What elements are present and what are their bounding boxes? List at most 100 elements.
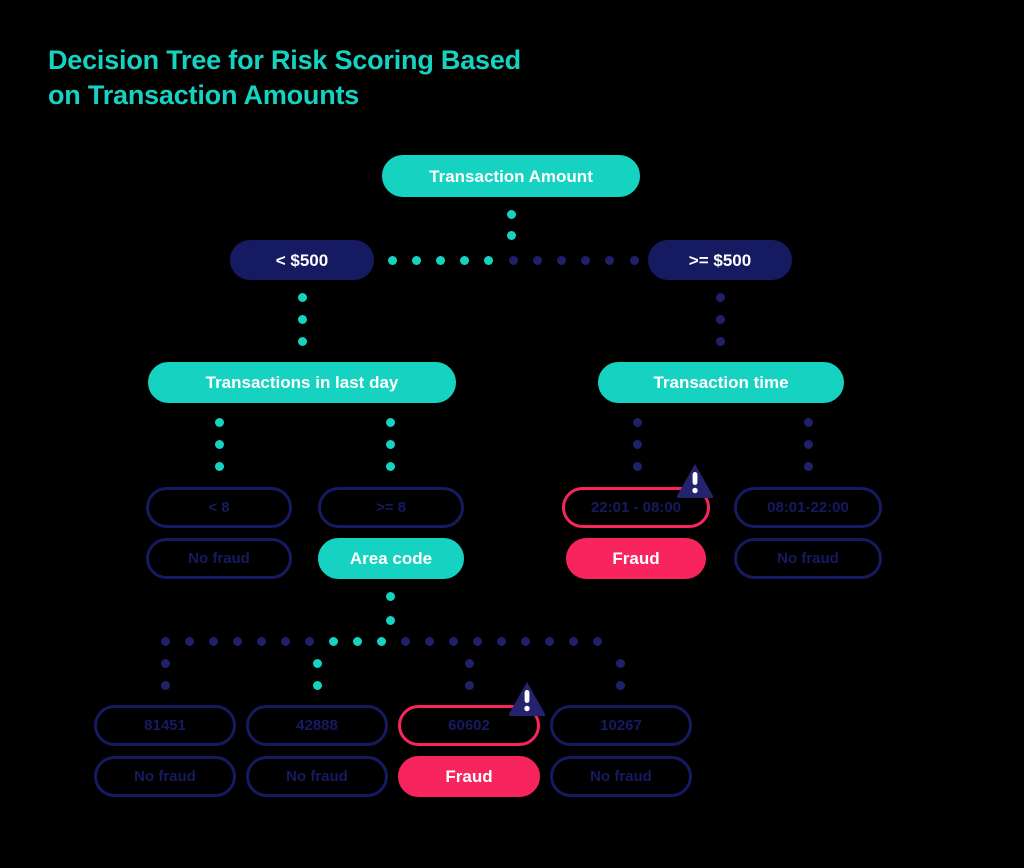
connector-dot-left-branch-stem — [297, 336, 307, 346]
connector-dot-level2-bus — [532, 255, 542, 265]
connector-dot-zip-bus — [328, 636, 338, 646]
connector-dot-zip-60602-stem — [464, 680, 474, 690]
node-time-day[interactable]: 08:01-22:00 — [734, 487, 882, 528]
leaf-time-night-fraud[interactable]: Fraud — [566, 538, 706, 579]
connector-dot-level2-bus — [411, 255, 421, 265]
page-title-line-1: Decision Tree for Risk Scoring Based — [48, 45, 521, 75]
leaf-zip-10267-no-fraud-label: No fraud — [590, 768, 652, 785]
node-count-gte-8-label: >= 8 — [375, 499, 407, 516]
node-time-night-label: 22:01 - 08:00 — [590, 499, 682, 516]
page-title: Decision Tree for Risk Scoring Based on … — [48, 43, 688, 112]
connector-dot-level2-bus — [484, 255, 494, 265]
connector-dot-count-gte-8-stem — [385, 461, 395, 471]
decision-tree-diagram: Decision Tree for Risk Scoring Based on … — [0, 0, 1024, 868]
connector-dot-left-branch-stem — [297, 314, 307, 324]
node-count-lt-8[interactable]: < 8 — [146, 487, 292, 528]
leaf-zip-42888-no-fraud-label: No fraud — [286, 768, 348, 785]
connector-dot-zip-bus — [208, 636, 218, 646]
node-count-lt-8-label: < 8 — [208, 499, 230, 516]
connector-dot-zip-bus — [424, 636, 434, 646]
connector-dot-time-day-stem — [803, 417, 813, 427]
connector-dot-zip-10267-stem — [615, 680, 625, 690]
node-amount-gte-500[interactable]: >= $500 — [648, 240, 792, 280]
alert-triangle-icon-time-night — [676, 463, 714, 499]
connector-dot-time-day-stem — [803, 461, 813, 471]
node-transactions-in-last-day[interactable]: Transactions in last day — [148, 362, 456, 403]
connector-dot-root-stem — [506, 230, 516, 240]
connector-dot-zip-10267-stem — [615, 658, 625, 668]
connector-dot-zip-bus — [160, 636, 170, 646]
connector-dot-level2-bus — [508, 255, 518, 265]
node-amount-lt-500[interactable]: < $500 — [230, 240, 374, 280]
connector-dot-right-branch-stem — [715, 314, 725, 324]
page-title-line-2: on Transaction Amounts — [48, 79, 360, 110]
connector-dot-zip-bus — [448, 636, 458, 646]
connector-dot-zip-bus — [568, 636, 578, 646]
leaf-time-day-no-fraud[interactable]: No fraud — [734, 538, 882, 579]
connector-dot-zip-60602-stem — [464, 658, 474, 668]
connector-dot-root-stem — [506, 209, 516, 219]
connector-dot-count-gte-8-stem — [385, 439, 395, 449]
node-zip-60602-label: 60602 — [448, 717, 490, 734]
alert-triangle-icon-zip — [508, 681, 546, 717]
connector-dot-zip-bus — [496, 636, 506, 646]
connector-dot-zip-bus — [400, 636, 410, 646]
connector-dot-zip-bus — [592, 636, 602, 646]
connector-dot-zip-bus — [280, 636, 290, 646]
node-zip-10267[interactable]: 10267 — [550, 705, 692, 746]
node-time-day-label: 08:01-22:00 — [767, 499, 849, 516]
leaf-zip-81451-no-fraud-label: No fraud — [134, 768, 196, 785]
connector-dot-count-lt-8-stem — [214, 439, 224, 449]
node-transactions-in-last-day-label: Transactions in last day — [205, 373, 399, 392]
connector-dot-zip-bus — [376, 636, 386, 646]
node-area-code-label: Area code — [349, 549, 433, 568]
connector-dot-level2-bus — [605, 255, 615, 265]
node-amount-gte-500-label: >= $500 — [688, 250, 752, 270]
leaf-time-night-fraud-label: Fraud — [612, 549, 660, 568]
connector-dot-zip-bus — [472, 636, 482, 646]
node-count-gte-8[interactable]: >= 8 — [318, 487, 464, 528]
connector-dot-zip-bus — [352, 636, 362, 646]
connector-dot-area-code-stem — [385, 591, 395, 601]
connector-dot-zip-42888-stem — [312, 658, 322, 668]
leaf-count-lt-8-no-fraud[interactable]: No fraud — [146, 538, 292, 579]
leaf-zip-81451-no-fraud[interactable]: No fraud — [94, 756, 236, 797]
connector-dot-level2-bus — [581, 255, 591, 265]
connector-dot-zip-bus — [232, 636, 242, 646]
connector-dot-left-branch-stem — [297, 292, 307, 302]
connector-dot-zip-81451-stem — [160, 658, 170, 668]
connector-dot-level2-bus — [460, 255, 470, 265]
node-zip-10267-label: 10267 — [600, 717, 642, 734]
connector-dot-level2-bus — [556, 255, 566, 265]
connector-dot-level2-bus — [435, 255, 445, 265]
leaf-zip-60602-fraud-label: Fraud — [445, 767, 493, 786]
leaf-zip-42888-no-fraud[interactable]: No fraud — [246, 756, 388, 797]
node-transaction-time[interactable]: Transaction time — [598, 362, 844, 403]
leaf-time-day-no-fraud-label: No fraud — [777, 550, 839, 567]
connector-dot-time-day-stem — [803, 439, 813, 449]
leaf-count-lt-8-no-fraud-label: No fraud — [188, 550, 250, 567]
node-zip-42888[interactable]: 42888 — [246, 705, 388, 746]
node-area-code[interactable]: Area code — [318, 538, 464, 579]
node-amount-lt-500-label: < $500 — [275, 250, 329, 270]
connector-dot-zip-bus — [184, 636, 194, 646]
node-zip-81451[interactable]: 81451 — [94, 705, 236, 746]
connector-dot-zip-42888-stem — [312, 680, 322, 690]
connector-dot-zip-81451-stem — [160, 680, 170, 690]
connector-dot-area-code-stem — [385, 615, 395, 625]
connector-dot-count-gte-8-stem — [385, 417, 395, 427]
leaf-zip-60602-fraud[interactable]: Fraud — [398, 756, 540, 797]
connector-dot-zip-bus — [544, 636, 554, 646]
node-zip-42888-label: 42888 — [296, 717, 338, 734]
connector-dot-count-lt-8-stem — [214, 461, 224, 471]
leaf-zip-10267-no-fraud[interactable]: No fraud — [550, 756, 692, 797]
connector-dot-right-branch-stem — [715, 336, 725, 346]
node-transaction-amount[interactable]: Transaction Amount — [382, 155, 640, 197]
connector-dot-level2-bus — [629, 255, 639, 265]
connector-dot-level2-bus — [387, 255, 397, 265]
node-transaction-amount-label: Transaction Amount — [429, 166, 593, 186]
connector-dot-time-night-stem — [632, 439, 642, 449]
connector-dot-zip-bus — [304, 636, 314, 646]
node-transaction-time-label: Transaction time — [653, 373, 789, 392]
connector-dot-right-branch-stem — [715, 292, 725, 302]
